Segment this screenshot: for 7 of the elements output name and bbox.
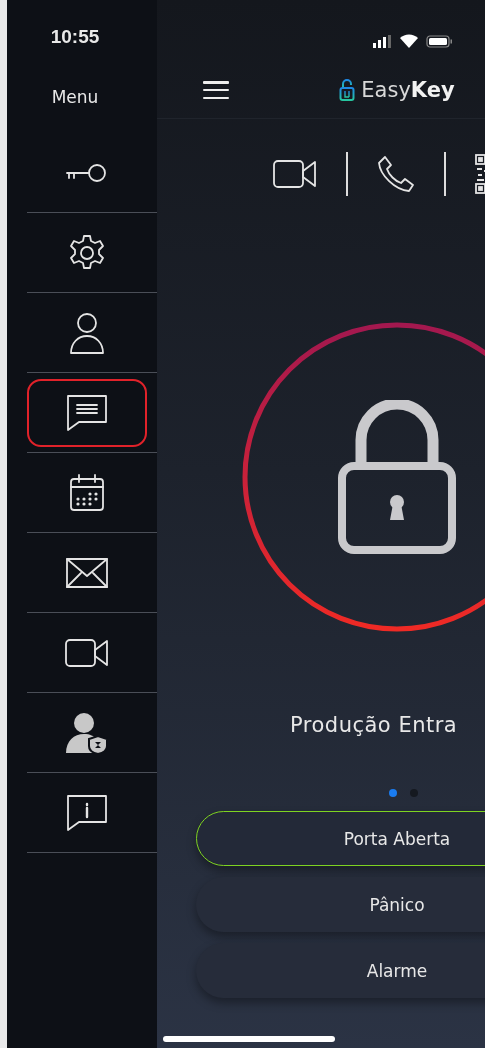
status-time: 10:55 (50, 26, 100, 48)
device-name: Produção Entra (290, 713, 458, 737)
menu-title: Menu (51, 86, 99, 107)
action-button[interactable]: Pânico (196, 877, 485, 932)
action-button[interactable]: Alarme (196, 943, 485, 998)
action-button[interactable]: Porta Aberta (196, 811, 485, 866)
app-logo: EasyKey (361, 78, 455, 102)
